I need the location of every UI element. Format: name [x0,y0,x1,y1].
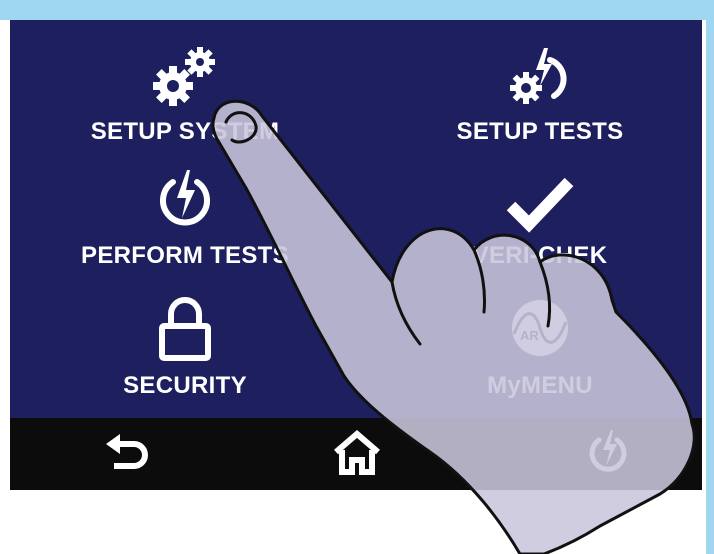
power-button[interactable] [586,428,630,476]
gear-power-icon [510,48,567,104]
main-menu-screen: SETUP SYSTEM SETUP TESTS PERFORM TESTS V… [10,20,702,418]
veri-chek-button[interactable]: VERI-CHEK [420,160,660,270]
ar-logo-text: AR [520,328,539,343]
device-frame-right [706,0,714,554]
mymenu-label: MyMENU [487,372,593,399]
setup-system-button[interactable]: SETUP SYSTEM [65,38,305,148]
home-icon [334,430,380,475]
device-frame-top [0,0,714,20]
checkmark-icon [506,177,574,233]
home-button[interactable] [332,430,382,476]
back-arrow-icon [106,434,148,469]
gears-icon [153,47,215,106]
bottom-nav-bar [10,418,702,490]
power-bolt-icon [160,170,210,226]
perform-tests-button[interactable]: PERFORM TESTS [65,160,305,270]
back-button[interactable] [102,432,152,476]
perform-tests-label: PERFORM TESTS [81,242,289,269]
setup-tests-button[interactable]: SETUP TESTS [420,38,660,148]
power-icon [589,430,627,472]
veri-chek-label: VERI-CHEK [472,242,608,269]
lock-icon [159,297,211,361]
setup-system-label: SETUP SYSTEM [90,118,280,145]
security-button[interactable]: SECURITY [65,290,305,402]
mymenu-button[interactable]: AR MyMENU [420,290,660,402]
security-label: SECURITY [123,372,247,399]
setup-tests-label: SETUP TESTS [456,118,624,145]
ar-logo-icon: AR [510,298,570,358]
